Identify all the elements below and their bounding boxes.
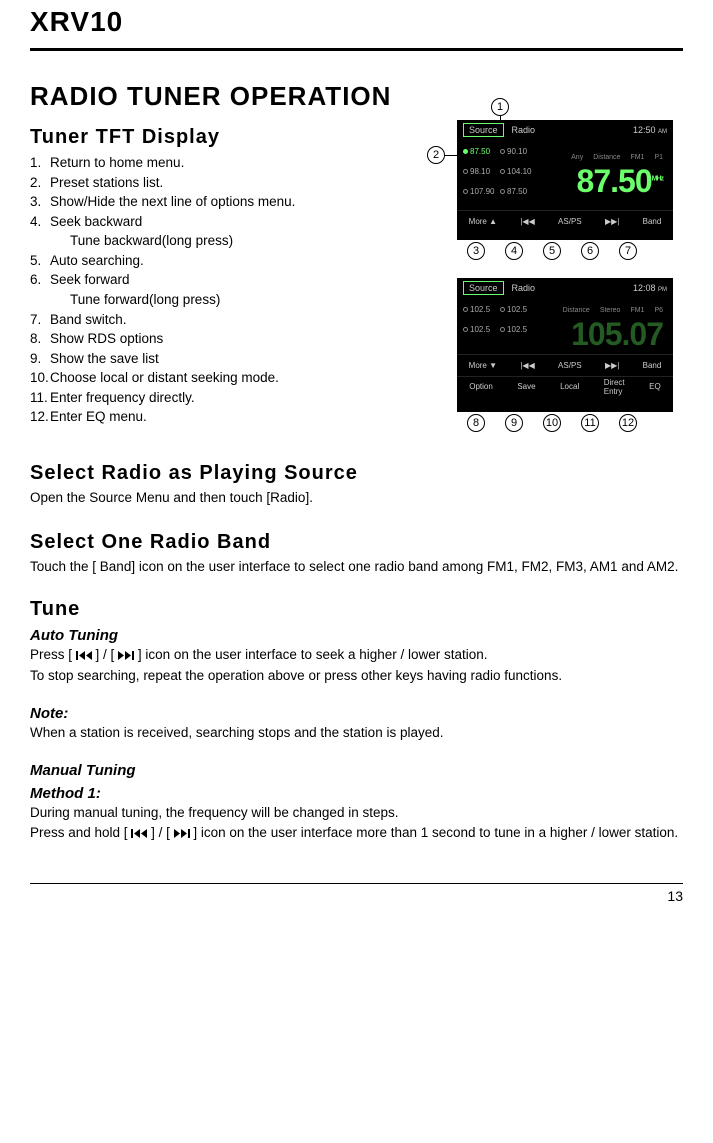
- divider-top: [30, 48, 683, 51]
- feature-list: 1.Return to home menu.2.Preset stations …: [30, 153, 417, 427]
- list-item: 3.Show/Hide the next line of options men…: [30, 192, 417, 212]
- status-line: Distance Stereo FM1 P6: [535, 307, 667, 314]
- preset-item[interactable]: 87.50: [463, 142, 498, 160]
- list-item: 9.Show the save list: [30, 349, 417, 369]
- preset-item[interactable]: 102.5: [500, 300, 535, 318]
- callout-12: 12: [619, 414, 637, 432]
- list-item: Tune backward(long press): [30, 231, 417, 251]
- callout-1: 1: [491, 98, 509, 116]
- select-radio-text: Open the Source Menu and then touch [Rad…: [30, 489, 683, 507]
- toolbar-button[interactable]: ▶▶|: [605, 217, 619, 226]
- preset-list[interactable]: 102.5102.5102.5102.5: [463, 298, 535, 354]
- toolbar-button[interactable]: AS/PS: [558, 361, 582, 370]
- callout-2: 2: [427, 146, 445, 164]
- callout-9: 9: [505, 414, 523, 432]
- note-text: When a station is received, searching st…: [30, 724, 683, 742]
- radio-title: Radio: [512, 283, 536, 293]
- preset-item[interactable]: 98.10: [463, 162, 498, 180]
- bottom-bar[interactable]: More ▲ |◀◀ AS/PS ▶▶| Band: [457, 210, 673, 232]
- toolbar-button[interactable]: EQ: [649, 382, 661, 391]
- preset-item[interactable]: 104.10: [500, 162, 535, 180]
- preset-item[interactable]: 90.10: [500, 142, 535, 160]
- callout-11: 11: [581, 414, 599, 432]
- list-item: 11.Enter frequency directly.: [30, 388, 417, 408]
- list-item: 7.Band switch.: [30, 310, 417, 330]
- auto-tuning-line2: To stop searching, repeat the operation …: [30, 667, 683, 685]
- toolbar-button[interactable]: AS/PS: [558, 217, 582, 226]
- callout-10: 10: [543, 414, 561, 432]
- method1-title: Method 1:: [30, 785, 683, 802]
- preset-list[interactable]: 87.5090.1098.10104.10107.9087.50: [463, 140, 535, 210]
- clock: 12:50 AM: [633, 125, 667, 135]
- list-item: 5.Auto searching.: [30, 251, 417, 271]
- callout-8: 8: [467, 414, 485, 432]
- manual-tuning-title: Manual Tuning: [30, 762, 683, 779]
- toolbar-button[interactable]: |◀◀: [520, 361, 534, 370]
- toolbar-button[interactable]: Save: [517, 382, 535, 391]
- seek-back-icon: [131, 829, 147, 838]
- preset-item[interactable]: 107.90: [463, 182, 498, 200]
- bottom-bar[interactable]: More ▼ |◀◀ AS/PS ▶▶| Band: [457, 354, 673, 376]
- select-band-text: Touch the [ Band] icon on the user inter…: [30, 558, 683, 576]
- auto-tuning-line1: Press [ ] / [ ] icon on the user interfa…: [30, 646, 683, 664]
- radio-screenshot-2: Source Radio 12:08 PM 102.5102.5102.5102…: [457, 278, 673, 412]
- list-item: 4.Seek backward: [30, 212, 417, 232]
- list-item: Tune forward(long press): [30, 290, 417, 310]
- preset-item[interactable]: 102.5: [500, 320, 535, 338]
- list-item: 6.Seek forward: [30, 270, 417, 290]
- callout-5: 5: [543, 242, 561, 260]
- list-item: 1.Return to home menu.: [30, 153, 417, 173]
- tune-title: Tune: [30, 598, 683, 621]
- callout-6: 6: [581, 242, 599, 260]
- page-number: 13: [30, 884, 683, 904]
- seek-fwd-icon: [118, 651, 134, 660]
- frequency-display: 87.50MHz: [577, 165, 667, 197]
- options-row[interactable]: Option Save Local Direct Entry EQ: [457, 376, 673, 396]
- toolbar-button[interactable]: |◀◀: [520, 217, 534, 226]
- toolbar-button[interactable]: Option: [469, 382, 493, 391]
- callout-3: 3: [467, 242, 485, 260]
- toolbar-button[interactable]: Local: [560, 382, 579, 391]
- toolbar-button[interactable]: More ▲: [469, 217, 497, 226]
- callout-7: 7: [619, 242, 637, 260]
- status-line: Any Distance FM1 P1: [535, 154, 667, 161]
- toolbar-button[interactable]: Direct Entry: [604, 378, 625, 396]
- manual-line1: During manual tuning, the frequency will…: [30, 804, 683, 822]
- list-item: 12.Enter EQ menu.: [30, 407, 417, 427]
- section-title: RADIO TUNER OPERATION: [30, 81, 683, 112]
- callout-4: 4: [505, 242, 523, 260]
- toolbar-button[interactable]: ▶▶|: [605, 361, 619, 370]
- preset-item[interactable]: 87.50: [500, 182, 535, 200]
- radio-title: Radio: [512, 125, 536, 135]
- source-button[interactable]: Source: [463, 123, 504, 137]
- preset-item[interactable]: 102.5: [463, 300, 498, 318]
- source-button[interactable]: Source: [463, 281, 504, 295]
- radio-screenshot-1: Source Radio 12:50 AM 87.5090.1098.10104…: [457, 120, 673, 240]
- toolbar-button[interactable]: Band: [643, 361, 662, 370]
- list-item: 10.Choose local or distant seeking mode.: [30, 368, 417, 388]
- preset-item[interactable]: 102.5: [463, 320, 498, 338]
- callout-row-2: 8 9 10 11 12: [431, 414, 647, 432]
- manual-line2: Press and hold [ ] / [ ] icon on the use…: [30, 824, 683, 842]
- seek-fwd-icon: [174, 829, 190, 838]
- toolbar-button[interactable]: Band: [643, 217, 662, 226]
- note-title: Note:: [30, 705, 683, 722]
- list-item: 2.Preset stations list.: [30, 173, 417, 193]
- figure-2: Source Radio 12:08 PM 102.5102.5102.5102…: [431, 278, 683, 432]
- toolbar-button[interactable]: More ▼: [469, 361, 497, 370]
- tft-display-title: Tuner TFT Display: [30, 126, 417, 149]
- callout-row-1: 3 4 5 6 7: [431, 242, 647, 260]
- auto-tuning-title: Auto Tuning: [30, 627, 683, 644]
- list-item: 8.Show RDS options: [30, 329, 417, 349]
- select-radio-title: Select Radio as Playing Source: [30, 462, 683, 485]
- frequency-display: 105.07: [571, 318, 667, 346]
- model-header: XRV10: [30, 0, 683, 48]
- figure-1: 1 2 Source Radio 12:50 AM 87.5090.1098.1…: [431, 120, 683, 260]
- select-band-title: Select One Radio Band: [30, 531, 683, 554]
- clock: 12:08 PM: [633, 283, 667, 293]
- seek-back-icon: [76, 651, 92, 660]
